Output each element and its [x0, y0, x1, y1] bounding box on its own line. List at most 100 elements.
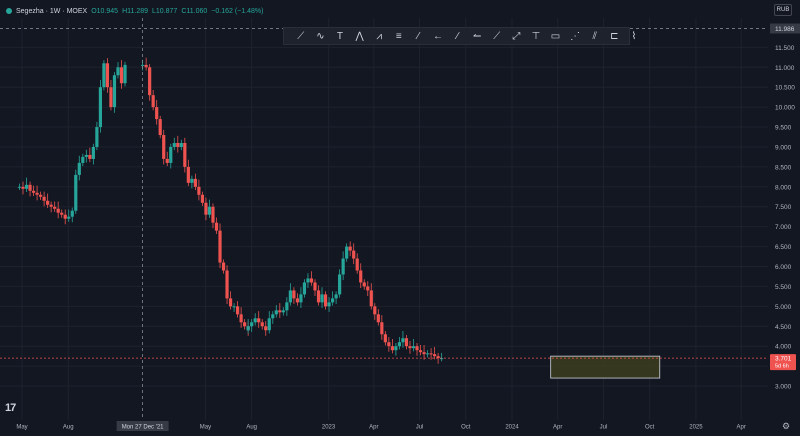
- path-icon[interactable]: ⌇: [624, 28, 644, 44]
- candle-body[interactable]: [228, 298, 233, 307]
- fib-retracement-icon[interactable]: ≡: [389, 28, 409, 44]
- candle-body[interactable]: [359, 270, 363, 283]
- candle-body[interactable]: [295, 298, 300, 303]
- candle-body[interactable]: [81, 156, 85, 163]
- long-ray-icon[interactable]: ⟋: [487, 28, 507, 44]
- candle-body[interactable]: [77, 162, 81, 175]
- candle-body[interactable]: [155, 107, 159, 120]
- candle-body[interactable]: [95, 127, 99, 147]
- candle-body[interactable]: [112, 75, 117, 108]
- candle-body[interactable]: [264, 326, 268, 331]
- candle-body[interactable]: [105, 63, 110, 88]
- zone-rectangle[interactable]: [550, 355, 661, 379]
- candle-body[interactable]: [63, 214, 67, 219]
- candle-body[interactable]: [274, 310, 278, 315]
- candle-body[interactable]: [411, 346, 416, 349]
- candle-body[interactable]: [91, 146, 95, 159]
- candle-body[interactable]: [415, 346, 419, 351]
- candle-body[interactable]: [316, 290, 321, 303]
- candle-body[interactable]: [84, 154, 88, 157]
- candle-body[interactable]: [334, 294, 338, 299]
- candle-body[interactable]: [387, 342, 391, 347]
- candle-body[interactable]: [38, 194, 43, 197]
- brush-icon[interactable]: ⋰: [565, 28, 585, 44]
- symbol-title[interactable]: Segezha · 1W · MOEX: [16, 8, 87, 15]
- candle-body[interactable]: [355, 258, 359, 271]
- candle-body[interactable]: [323, 294, 328, 307]
- candle-body[interactable]: [200, 194, 205, 203]
- candle-body[interactable]: [141, 64, 145, 66]
- candle-body[interactable]: [376, 314, 380, 323]
- candle-body[interactable]: [42, 196, 46, 201]
- vertical-line-icon[interactable]: ⊤: [526, 28, 546, 44]
- candle-body[interactable]: [352, 254, 356, 259]
- abcd-pattern-icon[interactable]: ⩘: [369, 28, 389, 44]
- candle-body[interactable]: [401, 338, 405, 343]
- triangle-pattern-icon[interactable]: ⋀: [350, 28, 370, 44]
- candle-body[interactable]: [429, 353, 433, 355]
- candle-body[interactable]: [98, 87, 102, 128]
- candle-body[interactable]: [260, 322, 264, 327]
- candle-body[interactable]: [257, 318, 261, 323]
- candle-body[interactable]: [151, 95, 155, 108]
- candle-body[interactable]: [53, 206, 57, 209]
- candle-body[interactable]: [288, 290, 292, 303]
- demand-zone[interactable]: [550, 355, 661, 379]
- candle-body[interactable]: [285, 302, 289, 311]
- candle-body[interactable]: [24, 184, 29, 189]
- candle-body[interactable]: [338, 274, 342, 295]
- text-icon[interactable]: T: [330, 28, 350, 44]
- candle-body[interactable]: [281, 310, 285, 313]
- candle-body[interactable]: [345, 246, 349, 259]
- candle-body[interactable]: [60, 212, 64, 215]
- candle-body[interactable]: [169, 146, 173, 163]
- candle-body[interactable]: [306, 278, 310, 283]
- candle-body[interactable]: [330, 298, 335, 303]
- candle-body[interactable]: [211, 206, 215, 223]
- candle-body[interactable]: [302, 282, 307, 295]
- candle-body[interactable]: [236, 306, 240, 315]
- tradingview-logo[interactable]: 17: [5, 402, 16, 414]
- candle-body[interactable]: [193, 178, 197, 187]
- candle-body[interactable]: [394, 346, 398, 351]
- candle-body[interactable]: [144, 64, 148, 68]
- extended-line-icon[interactable]: ⤢: [507, 28, 527, 44]
- candle-body[interactable]: [70, 210, 74, 217]
- candle-body[interactable]: [380, 322, 384, 335]
- candle-body[interactable]: [190, 178, 194, 183]
- pitchfork-icon[interactable]: ⫽: [585, 28, 605, 44]
- candle-body[interactable]: [246, 326, 250, 331]
- candle-body[interactable]: [267, 318, 271, 331]
- candle-body[interactable]: [369, 290, 373, 307]
- candle-body[interactable]: [243, 322, 247, 327]
- price-chart[interactable]: 11.500 11.000 10.500 10.000 9.500 9.000 8.500 8…: [0, 0, 800, 436]
- candle-body[interactable]: [397, 342, 402, 347]
- candle-body[interactable]: [221, 262, 226, 271]
- candle-body[interactable]: [67, 216, 71, 219]
- price-axis[interactable]: 11.500 11.000 10.500 10.000 9.500 9.000 8.500 8…: [770, 23, 800, 391]
- elliott-wave-icon[interactable]: ∿: [311, 28, 331, 44]
- candle-body[interactable]: [341, 258, 345, 275]
- candle-body[interactable]: [17, 186, 22, 188]
- time-axis[interactable]: May Aug Mon 27 Dec '21 May Aug 2023 Apr Jul Oct 2…: [16, 421, 746, 431]
- arrow-line-icon[interactable]: ↼: [467, 28, 487, 44]
- candle-body[interactable]: [116, 67, 120, 76]
- candlestick-series[interactable]: [17, 57, 444, 364]
- candle-body[interactable]: [422, 352, 426, 355]
- candle-body[interactable]: [176, 142, 180, 147]
- candle-body[interactable]: [418, 350, 423, 353]
- candle-body[interactable]: [253, 318, 257, 323]
- candle-body[interactable]: [119, 67, 124, 84]
- candle-body[interactable]: [433, 354, 437, 357]
- candle-body[interactable]: [425, 353, 430, 355]
- candle-body[interactable]: [102, 63, 106, 88]
- candle-body[interactable]: [362, 282, 366, 287]
- candle-body[interactable]: [232, 306, 236, 308]
- rectangle-icon[interactable]: ▭: [546, 28, 566, 44]
- candle-body[interactable]: [207, 206, 212, 215]
- candle-body[interactable]: [239, 314, 243, 323]
- candle-body[interactable]: [292, 290, 296, 299]
- arrow-left-icon[interactable]: ←: [428, 28, 448, 44]
- trend-pattern-icon[interactable]: ⟋: [291, 28, 311, 44]
- ray-icon[interactable]: ∕: [448, 28, 468, 44]
